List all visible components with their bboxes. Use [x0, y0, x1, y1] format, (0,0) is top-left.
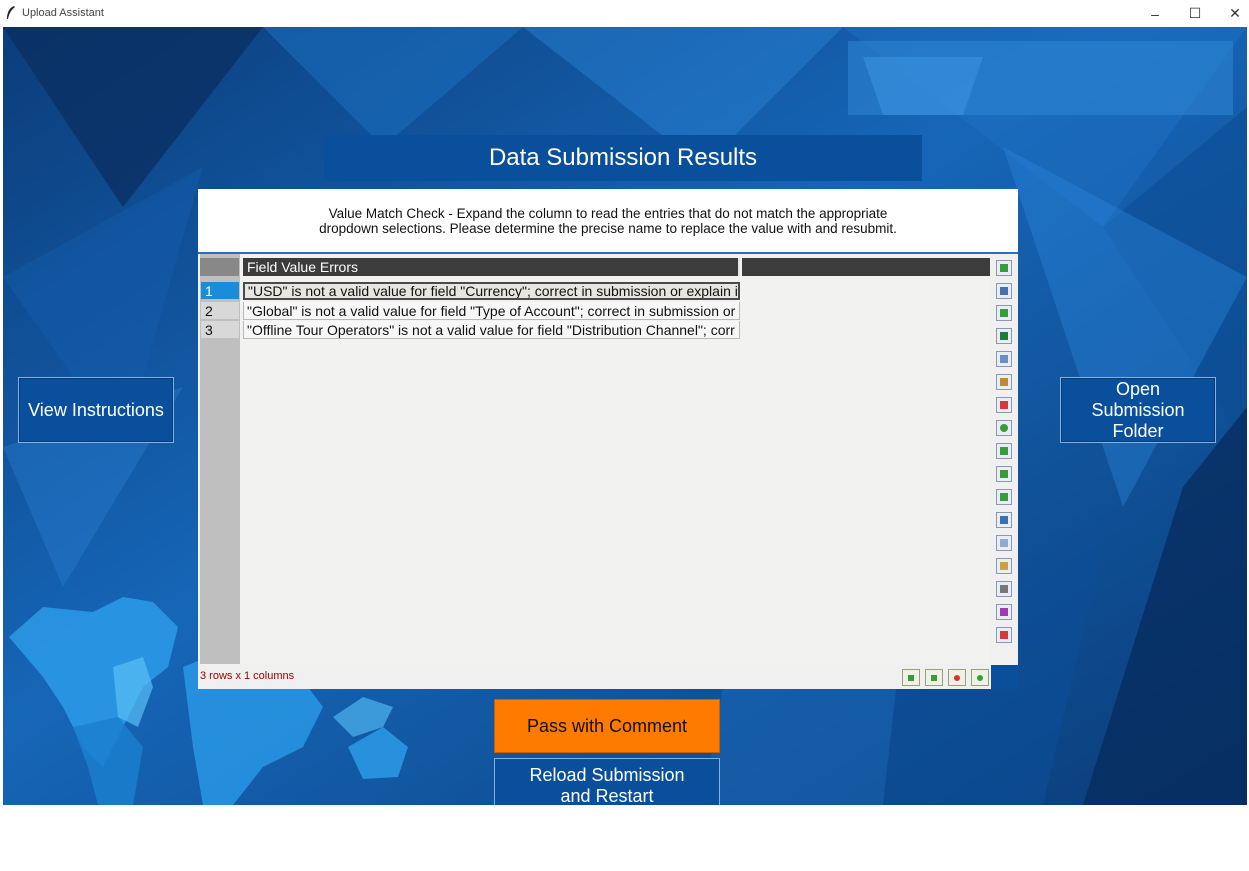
- row-number[interactable]: 3: [201, 321, 239, 339]
- close-icon: ✕: [1229, 5, 1241, 21]
- duplicate-icon[interactable]: [996, 535, 1012, 551]
- melt-icon[interactable]: [996, 489, 1012, 505]
- open-submission-folder-button[interactable]: Open Submission Folder: [1060, 377, 1216, 443]
- copy-icon[interactable]: [996, 351, 1012, 367]
- row-number[interactable]: 2: [201, 302, 239, 320]
- window-titlebar: Upload Assistant – ☐ ✕: [0, 0, 1249, 27]
- window-title: Upload Assistant: [22, 7, 104, 19]
- row-col-count: 3 rows x 1 columns: [200, 670, 295, 682]
- table-cell[interactable]: "USD" is not a valid value for field "Cu…: [243, 282, 740, 300]
- pass-with-comment-button[interactable]: Pass with Comment: [494, 699, 720, 753]
- red-dot-icon[interactable]: [948, 669, 966, 686]
- panel-corner: [991, 665, 1018, 689]
- status-bar: 3 rows x 1 columns: [198, 665, 990, 689]
- minimize-icon: –: [1151, 5, 1159, 22]
- maximize-icon: ☐: [1188, 5, 1202, 21]
- minimize-button[interactable]: –: [1135, 0, 1175, 27]
- calculator-icon[interactable]: [996, 581, 1012, 597]
- maximize-button[interactable]: ☐: [1175, 0, 1215, 27]
- open-folder-label: Open Submission Folder: [1091, 378, 1185, 441]
- export-icon[interactable]: [996, 305, 1012, 321]
- close-button[interactable]: ✕: [1215, 0, 1249, 27]
- green-dot-icon[interactable]: [971, 669, 989, 686]
- column-header[interactable]: Field Value Errors: [243, 258, 740, 276]
- pivot-icon[interactable]: [996, 466, 1012, 482]
- view-instructions-button[interactable]: View Instructions: [18, 377, 174, 443]
- page-title: Data Submission Results: [324, 135, 922, 181]
- report-icon[interactable]: [996, 558, 1012, 574]
- paste-icon[interactable]: [996, 374, 1012, 390]
- import-icon[interactable]: [996, 260, 1012, 276]
- plot-icon[interactable]: [996, 397, 1012, 413]
- expand-columns-icon[interactable]: [902, 669, 920, 686]
- results-panel: Value Match Check - Expand the column to…: [198, 189, 1018, 689]
- transform-icon[interactable]: [996, 420, 1012, 436]
- message-text: Value Match Check - Expand the column to…: [319, 206, 897, 236]
- image-icon[interactable]: [996, 604, 1012, 620]
- data-table: Field Value Errors 1 "USD" is not a vali…: [198, 254, 990, 664]
- row-number[interactable]: 1: [201, 282, 239, 300]
- chart-icon[interactable]: [996, 512, 1012, 528]
- merge-icon[interactable]: [996, 443, 1012, 459]
- save-icon[interactable]: [996, 283, 1012, 299]
- reload-label: Reload Submission and Restart: [529, 765, 685, 805]
- app-canvas: Data Submission Results View Instruction…: [3, 27, 1247, 805]
- column-header-filler: [742, 258, 990, 276]
- table-cell[interactable]: "Offline Tour Operators" is not a valid …: [243, 321, 740, 339]
- value-match-message: Value Match Check - Expand the column to…: [198, 189, 1018, 254]
- table-toolbar: [993, 254, 1015, 664]
- excel-icon[interactable]: [996, 328, 1012, 344]
- expand-rows-icon[interactable]: [925, 669, 943, 686]
- reload-submission-button[interactable]: Reload Submission and Restart: [494, 758, 720, 805]
- delete-icon[interactable]: [996, 627, 1012, 643]
- table-corner[interactable]: [200, 258, 239, 276]
- table-cell[interactable]: "Global" is not a valid value for field …: [243, 302, 740, 320]
- view-instructions-label: View Instructions: [28, 399, 164, 420]
- feather-icon: [7, 6, 15, 19]
